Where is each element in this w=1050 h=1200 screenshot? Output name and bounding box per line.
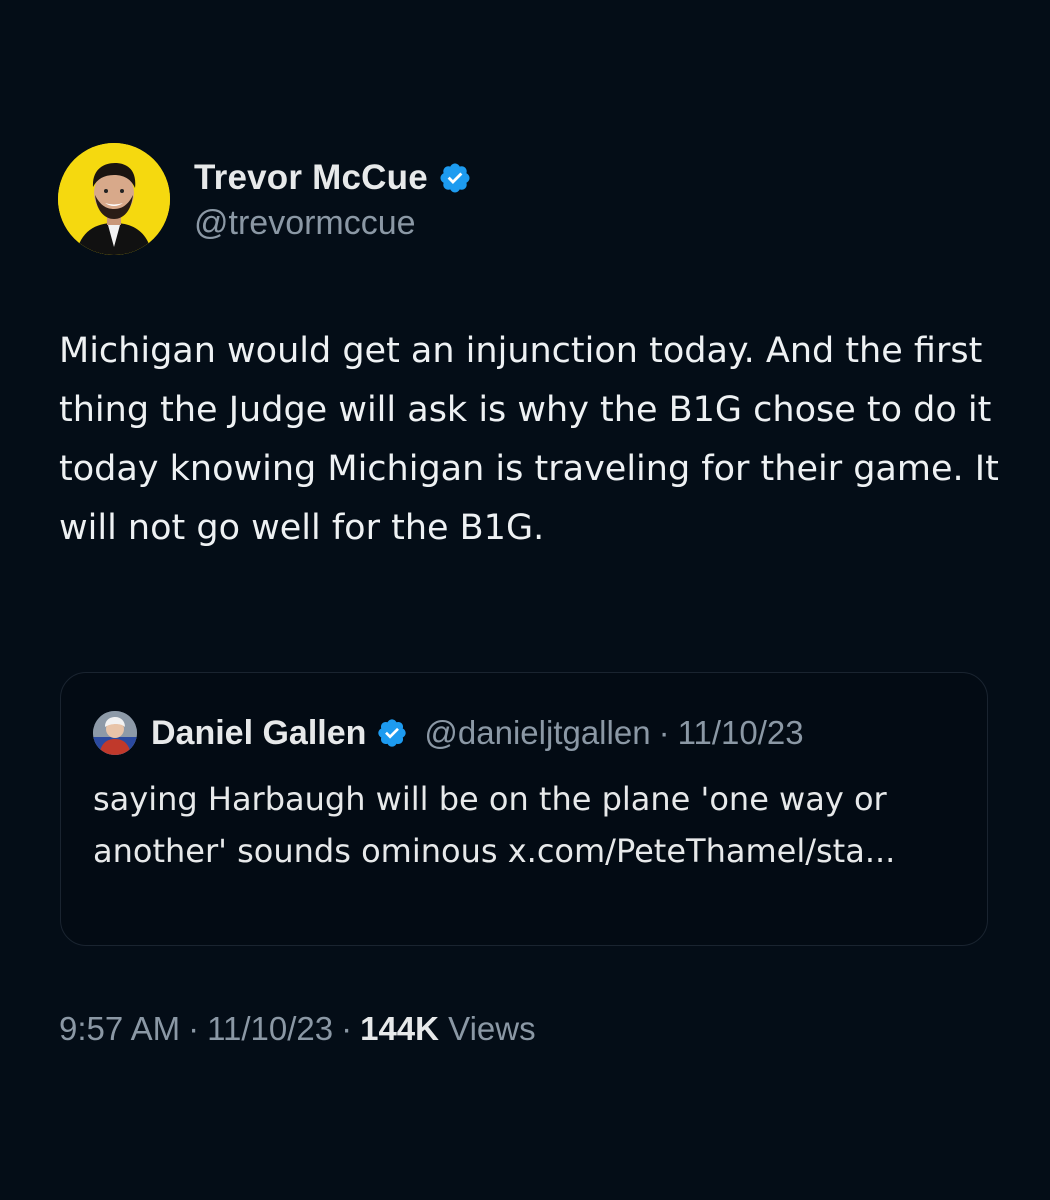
quoted-tweet-text: saying Harbaugh will be on the plane 'on… bbox=[93, 780, 896, 870]
tweet-card: Trevor McCue @trevormccue Michigan would… bbox=[0, 0, 1050, 1200]
tweet-time[interactable]: 9:57 AM bbox=[59, 1010, 180, 1047]
author-avatar[interactable] bbox=[58, 143, 170, 255]
author-display-name[interactable]: Trevor McCue bbox=[194, 158, 428, 198]
tweet-date[interactable]: 11/10/23 bbox=[207, 1010, 333, 1047]
quoted-tweet-date[interactable]: 11/10/23 bbox=[678, 714, 804, 752]
avatar-portrait-icon bbox=[58, 143, 170, 255]
meta-separator: · bbox=[188, 1010, 200, 1047]
quoted-header-separator: · bbox=[658, 714, 670, 751]
quoted-avatar-portrait-icon bbox=[93, 711, 137, 755]
quoted-tweet-header: Daniel Gallen @danieljtgallen · 11/10/23 bbox=[93, 711, 804, 755]
tweet-author: Trevor McCue @trevormccue bbox=[58, 143, 472, 255]
quoted-author-handle[interactable]: @danieljtgallen bbox=[424, 714, 650, 752]
verified-badge-icon bbox=[438, 161, 472, 195]
meta-separator: · bbox=[341, 1010, 353, 1047]
quoted-author-display-name[interactable]: Daniel Gallen bbox=[151, 714, 366, 753]
quoted-verified-badge-icon bbox=[376, 717, 408, 749]
views-label: Views bbox=[448, 1010, 536, 1047]
views-count: 144K bbox=[360, 1010, 439, 1047]
quoted-author-avatar[interactable] bbox=[93, 711, 137, 755]
tweet-meta: 9:57 AM · 11/10/23 · 144K Views bbox=[59, 1010, 536, 1048]
author-name-row: Trevor McCue bbox=[194, 156, 472, 200]
tweet-text: Michigan would get an injunction today. … bbox=[59, 331, 999, 548]
author-info: Trevor McCue @trevormccue bbox=[194, 156, 472, 243]
author-handle[interactable]: @trevormccue bbox=[194, 204, 472, 243]
quoted-tweet[interactable]: Daniel Gallen @danieljtgallen · 11/10/23… bbox=[60, 672, 988, 946]
